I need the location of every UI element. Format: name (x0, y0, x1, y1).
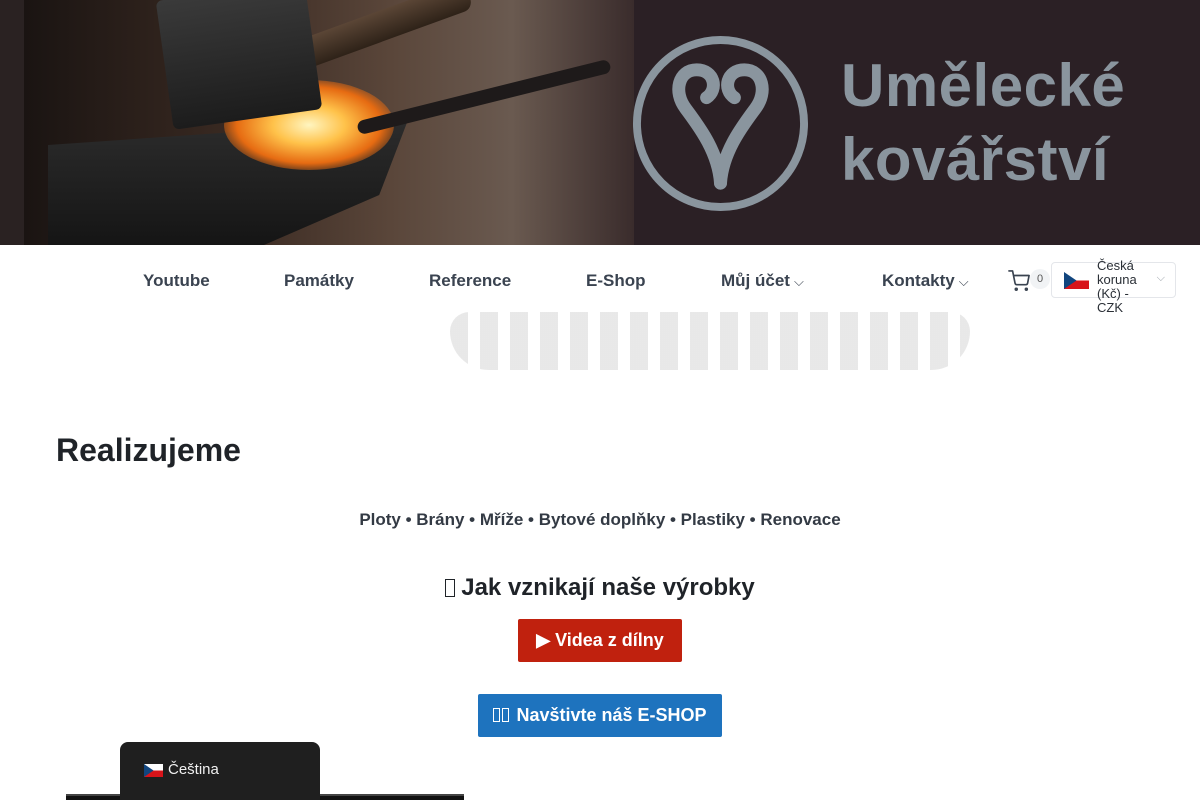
category-list: Ploty • Brány • Mříže • Bytové doplňky •… (359, 510, 841, 529)
nav-item-label: Kontakty (882, 271, 955, 290)
shopping-cart-icon[interactable] (1008, 270, 1030, 292)
nav-item-youtube[interactable]: Youtube (143, 271, 210, 291)
blacksmith-photo (24, 0, 634, 245)
currency-label-line: koruna (1097, 272, 1137, 287)
workshop-heading: Jak vznikají naše výrobky (0, 574, 1200, 602)
hammer-shape (155, 0, 323, 130)
hero-edge (0, 0, 24, 245)
nav-item-label: Můj účet (721, 271, 790, 290)
tongs-shape (356, 58, 612, 136)
nav-item-kontakty[interactable]: Kontakty ⌵ (882, 271, 969, 291)
missing-glyph-icon (445, 579, 456, 597)
ram-logo-icon[interactable] (631, 34, 810, 213)
nav-item-label: Youtube (143, 271, 210, 290)
section-heading: Realizujeme (56, 432, 241, 468)
czech-flag-icon (1064, 272, 1089, 289)
missing-glyph-icon (493, 708, 501, 722)
cart-count-badge: 0 (1030, 269, 1050, 289)
currency-label: Česká koruna (Kč) - CZK (1097, 259, 1157, 315)
missing-glyph-icon (502, 708, 510, 722)
brand-title-line1: Umělecké (841, 52, 1126, 119)
hammer-handle-shape (294, 0, 474, 70)
chevron-down-icon: ⌵ (793, 274, 804, 289)
hero-banner: Umělecké kovářství (0, 0, 1200, 245)
nav-item-label: Reference (429, 271, 512, 290)
nav-item-reference[interactable]: Reference (429, 271, 511, 291)
brand-title-line2: kovářství (841, 126, 1109, 193)
visit-eshop-label: Navštivte náš E-SHOP (516, 705, 707, 725)
workshop-heading-text: Jak vznikají naše výrobky (461, 574, 755, 601)
decorative-faded-image (450, 312, 970, 370)
visit-eshop-button[interactable]: Navštivte náš E-SHOP (478, 694, 722, 737)
workshop-videos-button[interactable]: ▶ Videa z dílny (518, 619, 682, 662)
nav-item-eshop[interactable]: E-Shop (586, 271, 646, 291)
nav-item-muj-ucet[interactable]: Můj účet ⌵ (721, 271, 804, 291)
nav-item-label: Památky (284, 271, 354, 290)
currency-label-line: Česká (1097, 258, 1134, 273)
currency-label-line: CZK (1097, 300, 1123, 315)
czech-flag-icon (144, 764, 163, 777)
nav-item-label: E-Shop (586, 271, 646, 290)
currency-label-line: (Kč) - (1097, 286, 1129, 301)
currency-switcher[interactable]: Česká koruna (Kč) - CZK ⌵ (1051, 259, 1176, 315)
language-label: Čeština (168, 761, 219, 778)
chevron-down-icon: ⌵ (1156, 272, 1165, 284)
main-navigation: Youtube Památky Reference E-Shop Můj úče… (0, 245, 1200, 315)
language-switcher[interactable]: Čeština (120, 742, 320, 800)
nav-item-pamatky[interactable]: Památky (284, 271, 354, 291)
chevron-down-icon: ⌵ (958, 274, 969, 289)
